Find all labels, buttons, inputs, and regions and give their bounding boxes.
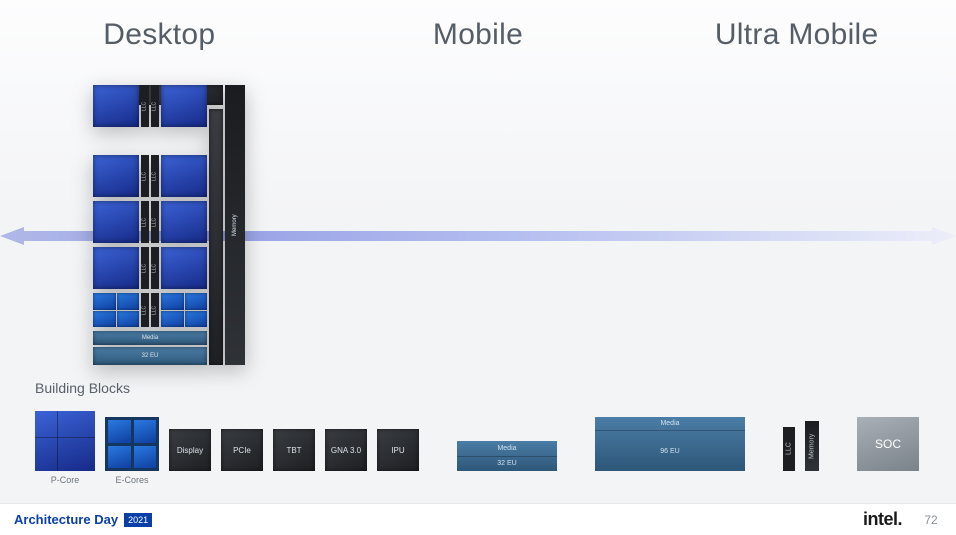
bb-label: P-Core (51, 475, 80, 485)
die-ecore-cluster (161, 293, 207, 327)
page-number: 72 (920, 513, 942, 527)
media-row: Media (595, 417, 745, 431)
die-pcore (93, 155, 139, 197)
die-llc: LLC (151, 293, 159, 327)
media32-block: Media 32 EU (457, 441, 557, 471)
llc-block: LLC (783, 427, 795, 471)
bb-gna: GNA 3.0 (325, 429, 367, 485)
desktop-die: Display GNA 3.0 PCIe Memory LLC LLC LLC … (93, 85, 245, 365)
die-llc: LLC (141, 155, 149, 197)
die-llc: LLC (151, 247, 159, 289)
bb-media32: Media 32 EU (457, 441, 557, 485)
building-blocks-row: P-Core E-Cores Display PCIe TBT GNA 3.0 … (35, 405, 941, 485)
ipu-block: IPU (377, 429, 419, 471)
bb-memory: Memory (805, 421, 819, 485)
die-media: Media (93, 331, 207, 345)
category-mobile: Mobile (319, 0, 638, 60)
die-pcore (161, 201, 207, 243)
die-llc: LLC (141, 247, 149, 289)
die-ecore-cluster (93, 293, 139, 327)
die-llc: LLC (141, 293, 149, 327)
category-ultramobile: Ultra Mobile (637, 0, 956, 60)
die-pcore (161, 155, 207, 197)
die-memory: Memory (225, 85, 245, 365)
bb-ecores: E-Cores (105, 417, 159, 485)
die-interconnect (209, 109, 223, 365)
eu32-row: 32 EU (457, 457, 557, 472)
soc-block: SOC (857, 417, 919, 471)
eu96-row: 96 EU (595, 431, 745, 471)
event-name: Architecture Day (14, 512, 118, 527)
die-32eu: 32 EU (93, 347, 207, 365)
bb-display: Display (169, 429, 211, 485)
die-llc: LLC (151, 201, 159, 243)
bb-media96: Media 96 EU (595, 417, 745, 485)
bb-pcie: PCIe (221, 429, 263, 485)
footer-left: Architecture Day 2021 (14, 512, 152, 527)
die-pcore (161, 85, 207, 127)
die-pcore (161, 247, 207, 289)
bb-label: E-Cores (115, 475, 148, 485)
die-pcore (93, 247, 139, 289)
die-llc: LLC (141, 85, 149, 127)
tbt-block: TBT (273, 429, 315, 471)
building-blocks-title: Building Blocks (35, 380, 130, 396)
category-row: Desktop Mobile Ultra Mobile (0, 0, 956, 60)
memory-block: Memory (805, 421, 819, 471)
media-row: Media (457, 441, 557, 457)
pcore-block (35, 411, 95, 471)
media96-block: Media 96 EU (595, 417, 745, 471)
display-block: Display (169, 429, 211, 471)
intel-logo: intel. (863, 509, 902, 530)
pcie-block: PCIe (221, 429, 263, 471)
category-desktop: Desktop (0, 0, 319, 60)
die-llc: LLC (151, 155, 159, 197)
bb-pcore: P-Core (35, 411, 95, 485)
die-llc: LLC (151, 85, 159, 127)
footer: Architecture Day 2021 intel. 72 (0, 503, 956, 535)
die-pcore (93, 85, 139, 127)
ecore-block (105, 417, 159, 471)
slide: Desktop Mobile Ultra Mobile Display GNA … (0, 0, 956, 535)
bb-soc: SOC (857, 417, 919, 485)
gna-block: GNA 3.0 (325, 429, 367, 471)
die-llc: LLC (141, 201, 149, 243)
bb-llc: LLC (783, 427, 795, 485)
event-year: 2021 (124, 513, 152, 527)
bb-ipu: IPU (377, 429, 419, 485)
bb-tbt: TBT (273, 429, 315, 485)
die-pcore (93, 201, 139, 243)
